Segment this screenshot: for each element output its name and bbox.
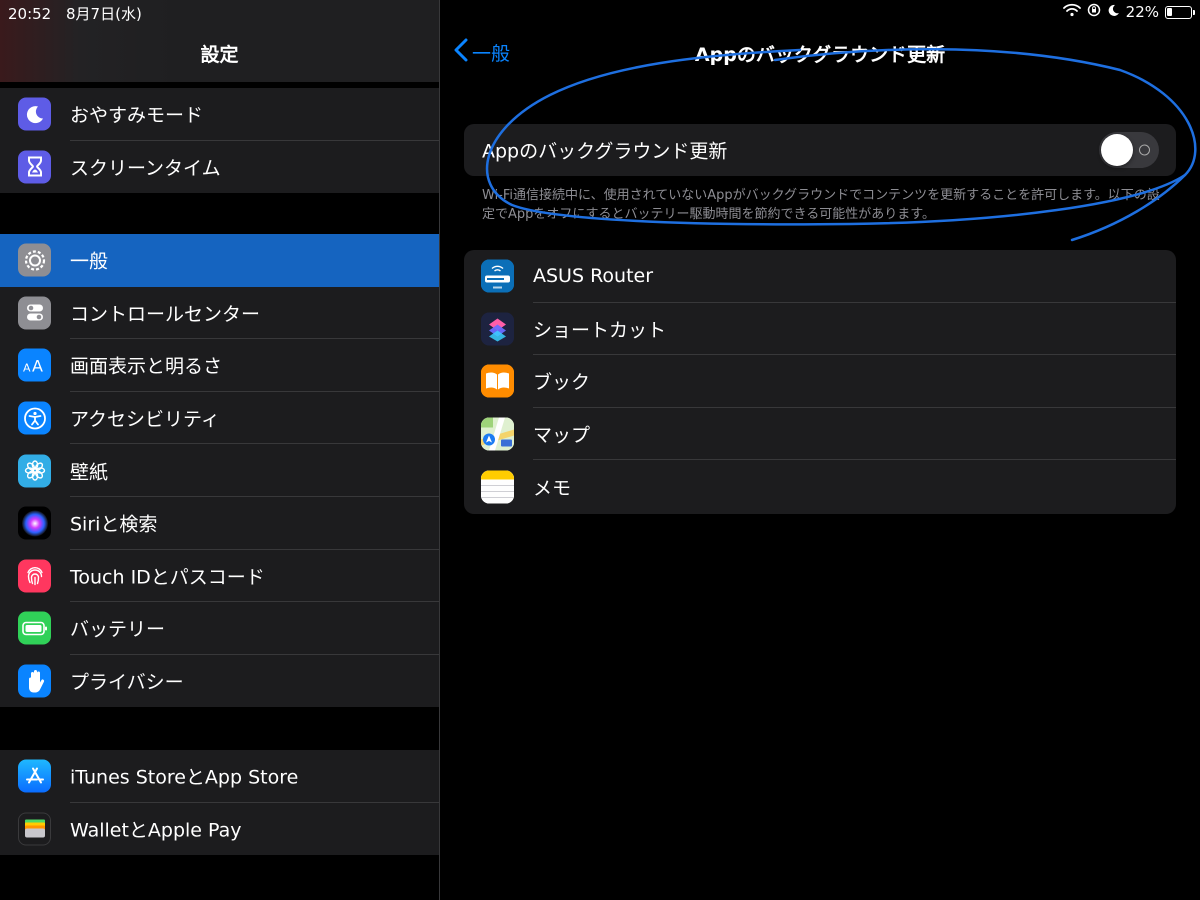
detail-pane: 22% 一般 Appのバックグラウンド更新 Appのバックグラウンド更新 Wi-… (440, 0, 1200, 900)
app-label: ショートカット (533, 319, 667, 342)
app-label: ブック (533, 371, 591, 394)
sidebar-title: 設定 (200, 44, 239, 66)
page-title: Appのバックグラウンド更新 (694, 44, 946, 66)
sidebar-item-accessibility[interactable]: アクセシビリティ (0, 392, 439, 445)
app-row-asus-router[interactable]: ASUS Router (464, 250, 1176, 303)
background-refresh-switch[interactable] (1099, 132, 1159, 168)
sidebar-item-label: iTunes StoreとApp Store (70, 766, 299, 789)
notes-icon (481, 470, 514, 504)
background-refresh-label: Appのバックグラウンド更新 (482, 140, 728, 163)
accessibility-icon (18, 401, 51, 435)
app-label: マップ (533, 424, 591, 447)
sidebar-item-label: コントロールセンター (70, 303, 261, 326)
wallet-icon (18, 812, 51, 846)
app-list: ASUS Router ショートカット ブック マップ メモ (464, 250, 1176, 514)
sidebar-group-general: 一般 コントロールセンター AA 画面表示と明るさ アクセシビリティ 壁紙 Si… (0, 234, 439, 708)
moon-icon (18, 97, 51, 131)
sidebar-item-label: WalletとApple Pay (70, 819, 242, 842)
svg-text:A: A (32, 356, 43, 375)
status-bar-left: 20:52 8月7日(水) (8, 3, 152, 24)
settings-window: 20:52 8月7日(水) 設定 おやすみモード スクリーンタイム 一般 コント… (0, 0, 1200, 900)
sidebar-item-do-not-disturb[interactable]: おやすみモード (0, 88, 439, 141)
sidebar-item-control-center[interactable]: コントロールセンター (0, 287, 439, 340)
app-row-maps[interactable]: マップ (464, 408, 1176, 461)
flower-icon (18, 454, 51, 488)
background-refresh-row: Appのバックグラウンド更新 (464, 124, 1176, 176)
battery-percent: 22% (1125, 3, 1159, 21)
sidebar-item-label: Siriと検索 (70, 513, 158, 536)
asus-router-icon (481, 259, 514, 293)
app-store-icon (18, 759, 51, 793)
sidebar-item-wallet-apple-pay[interactable]: WalletとApple Pay (0, 803, 439, 856)
wifi-icon (1062, 3, 1081, 21)
shortcuts-icon (481, 312, 514, 346)
battery-icon (18, 611, 51, 645)
sidebar-item-battery[interactable]: バッテリー (0, 602, 439, 655)
sidebar-item-label: Touch IDとパスコード (70, 566, 265, 589)
status-time: 20:52 (8, 5, 52, 23)
maps-icon (481, 417, 514, 451)
status-date: 8月7日(水) (66, 5, 142, 23)
sidebar-item-screen-time[interactable]: スクリーンタイム (0, 141, 439, 194)
orientation-lock-icon (1087, 3, 1101, 21)
siri-icon (18, 506, 51, 540)
svg-text:A: A (23, 361, 31, 374)
sidebar-item-general[interactable]: 一般 (0, 234, 439, 287)
background-refresh-footnote: Wi-Fi通信接続中に、使用されていないAppがバックグラウンドでコンテンツを更… (482, 188, 1160, 222)
app-label: ASUS Router (533, 265, 654, 288)
sidebar-item-itunes-app-store[interactable]: iTunes StoreとApp Store (0, 750, 439, 803)
sidebar: 20:52 8月7日(水) 設定 おやすみモード スクリーンタイム 一般 コント… (0, 0, 439, 900)
sidebar-item-label: 壁紙 (70, 461, 109, 484)
sidebar-group-stores: iTunes StoreとApp Store WalletとApple Pay (0, 750, 439, 856)
hand-icon (18, 664, 51, 698)
status-bar-right: 22% (1062, 3, 1195, 21)
books-icon (481, 364, 514, 398)
app-label: メモ (533, 477, 572, 500)
sidebar-item-label: アクセシビリティ (70, 408, 220, 431)
moon-status-icon (1107, 3, 1120, 21)
sidebar-group-focus: おやすみモード スクリーンタイム (0, 88, 439, 194)
switch-knob (1101, 134, 1133, 166)
sidebar-item-touch-id[interactable]: Touch IDとパスコード (0, 550, 439, 603)
sidebar-item-label: スクリーンタイム (70, 157, 221, 180)
battery-status-icon (1165, 5, 1195, 19)
toggles-icon (18, 296, 51, 330)
sidebar-item-label: バッテリー (70, 618, 166, 641)
sidebar-item-label: 一般 (70, 250, 109, 273)
sidebar-item-privacy[interactable]: プライバシー (0, 655, 439, 708)
sidebar-item-display-brightness[interactable]: AA 画面表示と明るさ (0, 339, 439, 392)
sidebar-item-label: 画面表示と明るさ (70, 355, 223, 378)
app-row-notes[interactable]: メモ (464, 460, 1176, 513)
sidebar-item-label: おやすみモード (70, 104, 204, 127)
fingerprint-icon (18, 559, 51, 593)
text-size-icon: AA (18, 348, 51, 382)
gear-icon (18, 243, 51, 277)
sidebar-item-siri-search[interactable]: Siriと検索 (0, 497, 439, 550)
sidebar-item-label: プライバシー (70, 671, 184, 694)
switch-off-icon (1139, 144, 1150, 156)
hourglass-icon (18, 150, 51, 184)
app-row-shortcuts[interactable]: ショートカット (464, 303, 1176, 356)
app-row-books[interactable]: ブック (464, 355, 1176, 408)
sidebar-item-wallpaper[interactable]: 壁紙 (0, 444, 439, 497)
